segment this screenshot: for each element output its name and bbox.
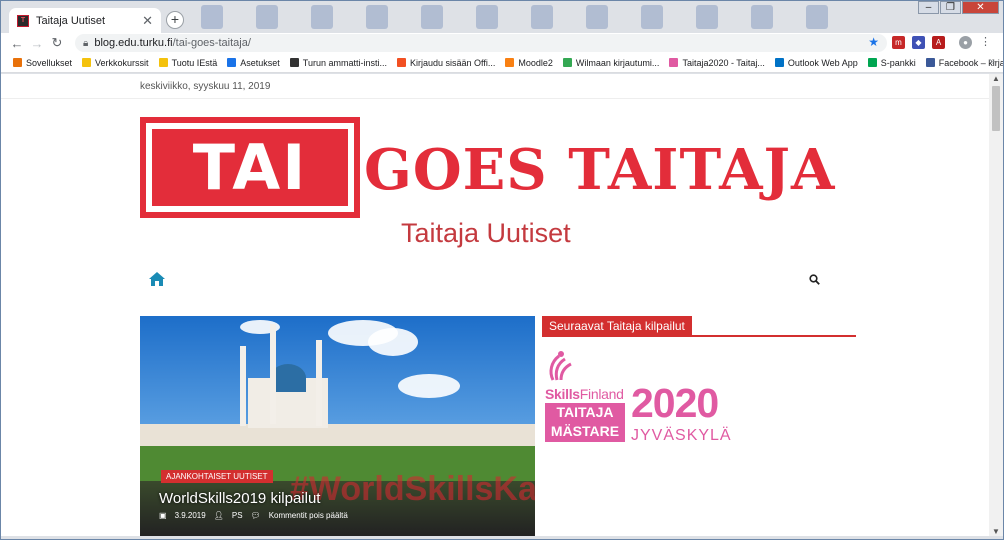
- lock-icon[interactable]: 🔒︎: [83, 38, 88, 49]
- scroll-down-icon[interactable]: ▼: [992, 527, 1000, 536]
- pdf-extension-icon[interactable]: A: [932, 36, 945, 49]
- bookmark-favicon-icon: [562, 58, 572, 67]
- logo-box-text: TAI: [152, 129, 348, 206]
- event-city: JYVÄSKYLÄ: [631, 427, 732, 444]
- taitaja-box: TAITAJA MÄSTARE: [545, 403, 625, 442]
- bookmark-favicon-icon: [82, 58, 92, 67]
- new-tab-button[interactable]: +: [166, 11, 184, 29]
- bookmark-item[interactable]: Verkkokurssit: [82, 58, 149, 68]
- search-icon[interactable]: [809, 274, 820, 285]
- skills-finland-text: SkillsFinland: [545, 386, 624, 402]
- back-icon[interactable]: ←: [7, 36, 27, 51]
- scroll-up-icon[interactable]: ▲: [992, 74, 1000, 83]
- post-comments: Kommentit pois päältä: [268, 511, 348, 520]
- bookmark-favicon-icon: [669, 58, 679, 67]
- scroll-thumb[interactable]: [992, 86, 1000, 131]
- bookmark-favicon-icon: [396, 58, 406, 67]
- tab-bar: T Taitaja Uutiset ✕ + ‒ ❐ ✕: [1, 1, 1003, 33]
- desktop-background-icons: [201, 5, 828, 29]
- post-title[interactable]: WorldSkills2019 kilpailut: [159, 490, 320, 507]
- bookmark-label: Asetukset: [240, 57, 280, 68]
- browser-tab[interactable]: T Taitaja Uutiset ✕: [9, 8, 161, 33]
- bookmark-favicon-icon: [289, 58, 299, 67]
- browser-toolbar: ← → ↻ 🔒︎ blog.edu.turku.fi /tai-goes-tai…: [1, 33, 1003, 53]
- sidebar-widget-title: Seuraavat Taitaja kilpailut: [542, 316, 692, 336]
- bookmark-item[interactable]: Taitaja2020 - Taitaj...: [669, 57, 765, 68]
- site-logo[interactable]: TAI: [140, 117, 360, 218]
- url-path: /tai-goes-taitaja/: [172, 37, 251, 49]
- tab-title: Taitaja Uutiset: [36, 14, 106, 27]
- bookmark-label: S-pankki: [880, 57, 916, 68]
- bookmark-favicon-icon: [505, 58, 515, 67]
- bookmark-item[interactable]: Sovellukset: [13, 58, 72, 68]
- bookmark-item[interactable]: Tuotu IEstä: [158, 57, 218, 68]
- bookmark-favicon-icon: [158, 58, 168, 67]
- bookmarks-bar: Sovellukset Verkkokurssit Tuotu IEstä Asetu…: [1, 53, 1003, 73]
- calendar-icon: ▣: [159, 511, 167, 520]
- bookmark-item[interactable]: Outlook Web App: [774, 57, 858, 68]
- category-badge[interactable]: AJANKOHTAISET UUTISET: [161, 470, 273, 483]
- bookmark-item[interactable]: S-pankki: [867, 57, 916, 68]
- skills-finland-logo-icon: [549, 351, 572, 381]
- extension-icon[interactable]: m: [892, 36, 905, 49]
- bookmark-label: Outlook Web App: [787, 57, 858, 68]
- minimize-icon[interactable]: ‒: [918, 1, 939, 14]
- post-meta: ▣ 3.9.2019 👤︎ PS 💬︎ Kommentit pois päält…: [159, 511, 348, 520]
- bookmark-item[interactable]: Asetukset: [227, 58, 280, 68]
- bookmark-item[interactable]: Turun ammatti-insti...: [289, 57, 387, 68]
- url-host: blog.edu.turku.fi: [94, 37, 173, 49]
- bookmark-label: Taitaja2020 - Taitaj...: [682, 57, 765, 68]
- site-subtitle[interactable]: Taitaja Uutiset: [401, 218, 571, 249]
- bookmark-star-icon[interactable]: ★: [868, 35, 879, 49]
- bookmark-label: Turun ammatti-insti...: [302, 57, 387, 68]
- profile-avatar-icon[interactable]: ●: [959, 36, 972, 49]
- divider: [542, 335, 856, 337]
- extension-icon[interactable]: ◆: [912, 36, 925, 49]
- bookmark-favicon-icon: [925, 58, 935, 67]
- event-year: 2020: [631, 380, 719, 426]
- menu-dots-icon[interactable]: ⋮: [979, 36, 992, 49]
- post-author[interactable]: PS: [232, 511, 243, 520]
- bookmark-item[interactable]: Wilmaan kirjautumi...: [562, 57, 660, 68]
- bookmark-label: Wilmaan kirjautumi...: [575, 57, 660, 68]
- bookmark-favicon-icon: [13, 58, 22, 67]
- bookmark-label: Tuotu IEstä: [171, 57, 218, 68]
- address-bar[interactable]: 🔒︎ blog.edu.turku.fi /tai-goes-taitaja/ …: [75, 34, 887, 52]
- bookmark-favicon-icon: [867, 58, 877, 67]
- taitaja-2020-banner[interactable]: SkillsFinland TAITAJA MÄSTARE 2020 JYVÄS…: [545, 350, 735, 450]
- vertical-scrollbar[interactable]: ▲ ▼: [989, 74, 1003, 536]
- post-date[interactable]: 3.9.2019: [175, 511, 206, 520]
- header-date: keskiviikko, syyskuu 11, 2019: [140, 81, 271, 92]
- bookmark-label: Sovellukset: [26, 57, 73, 68]
- home-icon[interactable]: [148, 271, 166, 287]
- browser-window: T Taitaja Uutiset ✕ + ‒ ❐ ✕ ← → ↻ 🔒︎ blo…: [0, 0, 1004, 540]
- forward-icon[interactable]: →: [27, 36, 47, 51]
- site-favicon-icon: T: [17, 14, 29, 27]
- logo-text[interactable]: GOES TAITAJA: [364, 137, 835, 203]
- bookmark-favicon-icon: [227, 58, 237, 67]
- divider: [1, 98, 989, 99]
- bookmark-favicon-icon: [774, 58, 784, 67]
- comment-icon: 💬︎: [250, 511, 261, 520]
- bookmark-label: Moodle2: [518, 57, 553, 68]
- hero-photo-banner: #WorldSkillsKa: [290, 470, 535, 508]
- tab-close-icon[interactable]: ✕: [142, 14, 153, 27]
- bookmark-item[interactable]: Moodle2: [505, 58, 553, 68]
- window-controls: ‒ ❐ ✕: [917, 1, 999, 14]
- reload-icon[interactable]: ↻: [47, 35, 67, 51]
- bookmark-label: Kirjaudu sisään Offi...: [409, 57, 496, 68]
- maximize-icon[interactable]: ❐: [940, 1, 961, 14]
- bookmarks-overflow-icon[interactable]: »: [989, 56, 995, 67]
- bookmark-item[interactable]: Kirjaudu sisään Offi...: [396, 57, 496, 68]
- page-viewport: keskiviikko, syyskuu 11, 2019 TAI GOES T…: [1, 74, 989, 536]
- author-icon: 👤︎: [213, 511, 224, 520]
- close-window-icon[interactable]: ✕: [962, 1, 999, 14]
- bookmark-label: Verkkokurssit: [95, 57, 149, 68]
